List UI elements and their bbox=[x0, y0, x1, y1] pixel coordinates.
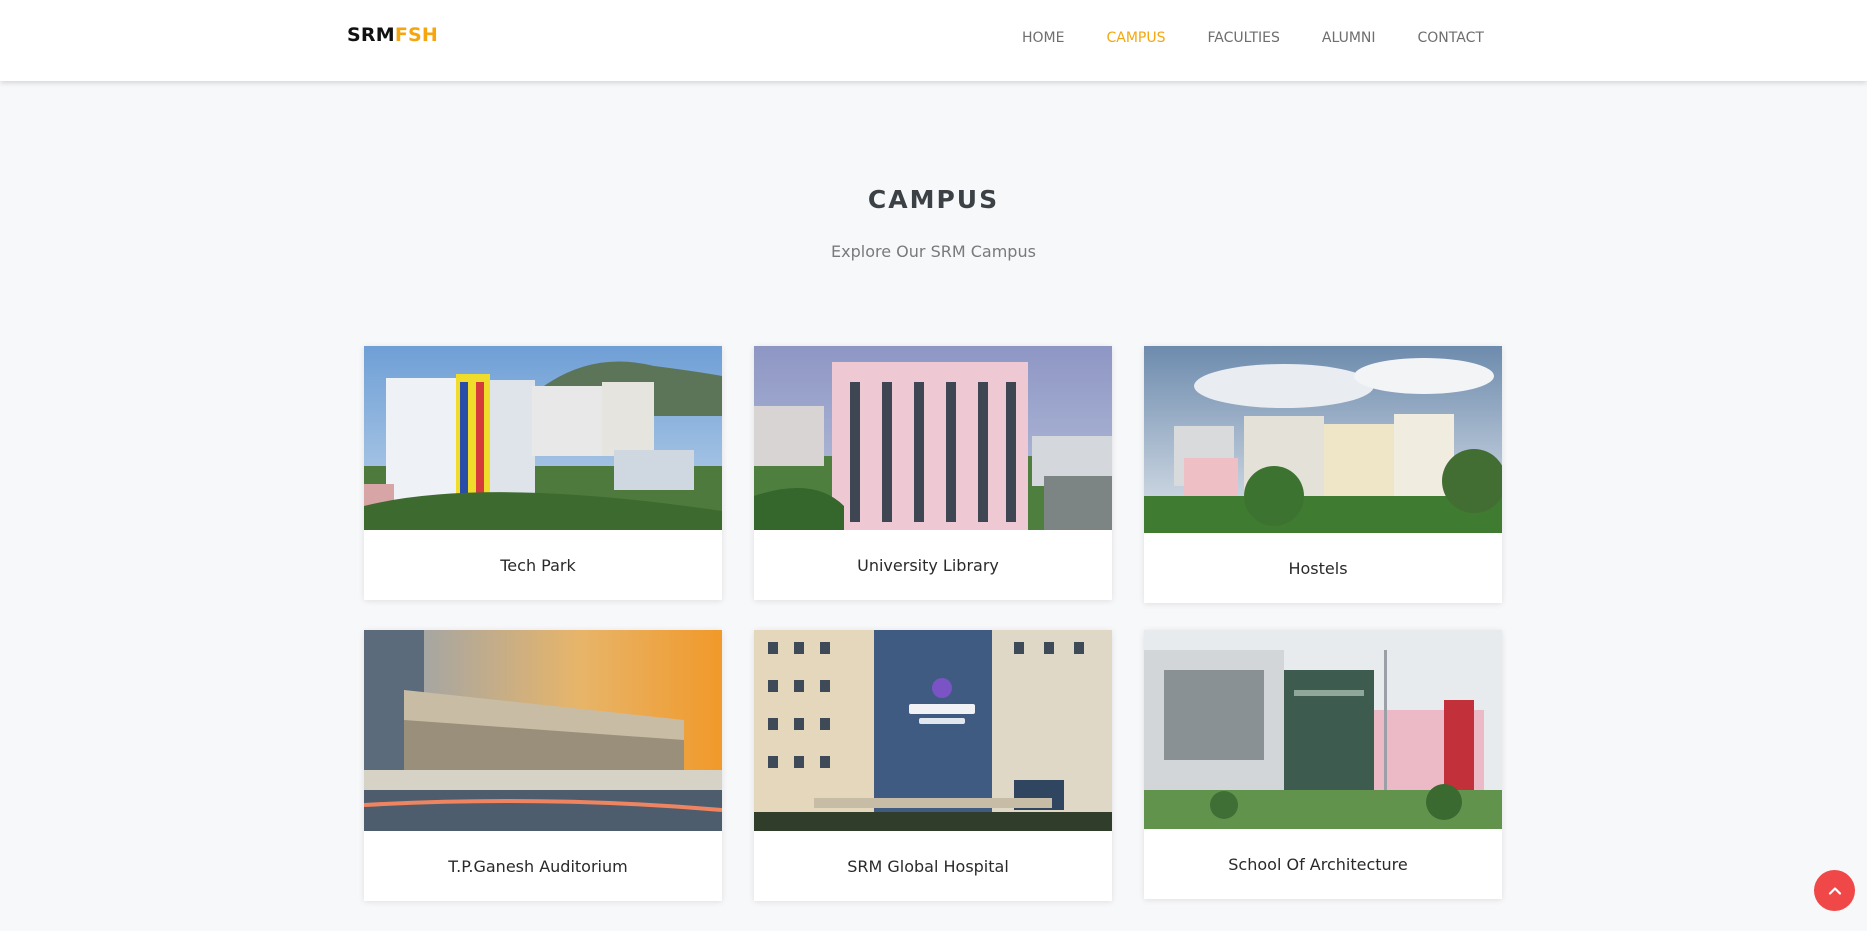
campus-card-srm-global-hospital[interactable]: SRM Global Hospital bbox=[754, 630, 1112, 901]
main-nav: HOME CAMPUS FACULTIES ALUMNI CONTACT bbox=[1022, 30, 1526, 46]
chevron-up-icon bbox=[1828, 886, 1841, 895]
card-label: School Of Architecture bbox=[1228, 854, 1408, 874]
school-of-architecture-image bbox=[1144, 630, 1502, 829]
back-to-top-button[interactable] bbox=[1814, 870, 1855, 911]
card-label: University Library bbox=[857, 555, 999, 575]
nav-home[interactable]: HOME bbox=[1022, 30, 1064, 46]
site-logo[interactable]: SRM FSH bbox=[347, 24, 438, 46]
nav-contact[interactable]: CONTACT bbox=[1418, 30, 1484, 46]
card-label: Hostels bbox=[1288, 558, 1348, 578]
srm-global-hospital-image bbox=[754, 630, 1112, 831]
logo-text-srm: SRM bbox=[347, 24, 395, 46]
card-label: Tech Park bbox=[500, 555, 576, 575]
campus-card-tp-ganesh-auditorium[interactable]: T.P.Ganesh Auditorium bbox=[364, 630, 722, 901]
nav-campus[interactable]: CAMPUS bbox=[1106, 30, 1165, 46]
logo-text-fsh: FSH bbox=[394, 24, 438, 46]
campus-card-school-of-architecture[interactable]: School Of Architecture bbox=[1144, 630, 1502, 899]
campus-card-university-library[interactable]: University Library bbox=[754, 346, 1112, 600]
university-library-image bbox=[754, 346, 1112, 530]
section-subtitle: Explore Our SRM Campus bbox=[831, 242, 1036, 261]
auditorium-image bbox=[364, 630, 722, 831]
card-label: T.P.Ganesh Auditorium bbox=[448, 856, 628, 876]
section-title: CAMPUS bbox=[867, 185, 1000, 214]
hostels-image bbox=[1144, 346, 1502, 533]
card-label: SRM Global Hospital bbox=[847, 856, 1009, 876]
nav-alumni[interactable]: ALUMNI bbox=[1322, 30, 1376, 46]
nav-faculties[interactable]: FACULTIES bbox=[1208, 30, 1280, 46]
tech-park-image bbox=[364, 346, 722, 530]
campus-card-tech-park[interactable]: Tech Park bbox=[364, 346, 722, 600]
campus-card-hostels[interactable]: Hostels bbox=[1144, 346, 1502, 603]
top-navbar: SRM FSH HOME CAMPUS FACULTIES ALUMNI CONT… bbox=[0, 0, 1867, 81]
